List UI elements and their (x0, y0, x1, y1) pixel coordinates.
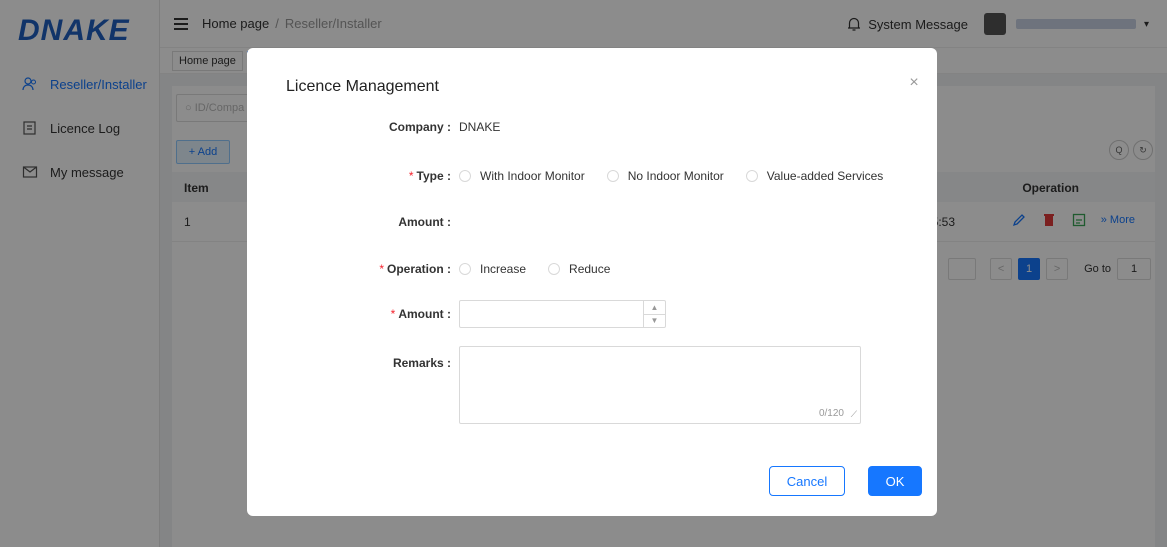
company-row: Company : DNAKE (247, 120, 937, 134)
amount-readonly-row: Amount : (247, 215, 937, 229)
amount-row: * Amount : ▲ ▼ (247, 300, 937, 328)
remarks-label: Remarks : (392, 356, 451, 370)
amount-label: * Amount : (390, 307, 451, 321)
required-mark: * (408, 169, 414, 183)
type-radio-with-indoor-monitor[interactable]: With Indoor Monitor (459, 169, 585, 183)
type-row: * Type : With Indoor Monitor No Indoor Mo… (247, 169, 937, 183)
ok-button[interactable]: OK (868, 466, 922, 496)
stepper-down-icon[interactable]: ▼ (644, 315, 665, 328)
type-radio-no-indoor-monitor[interactable]: No Indoor Monitor (606, 169, 724, 183)
type-radio-value-added-services[interactable]: Value-added Services (745, 169, 883, 183)
remarks-char-counter: 0/120 (818, 408, 844, 419)
operation-label: * Operation : (379, 262, 451, 276)
operation-row: * Operation : Increase Reduce (247, 262, 937, 276)
resize-grip-icon[interactable]: ⟋ (851, 409, 857, 420)
operation-radio-reduce[interactable]: Reduce (548, 262, 610, 276)
remarks-row: Remarks : 0/120 ⟋ (247, 346, 937, 424)
required-mark: * (379, 262, 384, 276)
operation-radio-increase[interactable]: Increase (459, 262, 526, 276)
amount-readonly-label: Amount : (398, 215, 451, 229)
close-icon[interactable]: × (907, 75, 921, 91)
amount-stepper[interactable]: ▲ ▼ (643, 301, 665, 327)
cancel-button[interactable]: Cancel (769, 466, 845, 496)
required-mark: * (390, 307, 396, 321)
remarks-textarea[interactable]: 0/120 ⟋ (459, 346, 861, 424)
stepper-up-icon[interactable]: ▲ (644, 301, 665, 315)
licence-management-dialog: Licence Management × Company : DNAKE * Ty… (247, 48, 937, 516)
amount-number-input[interactable]: ▲ ▼ (459, 300, 666, 328)
type-label: * Type : (408, 169, 451, 183)
company-label: Company : (388, 120, 451, 134)
dialog-title: Licence Management (286, 78, 439, 95)
company-value: DNAKE (459, 120, 501, 134)
